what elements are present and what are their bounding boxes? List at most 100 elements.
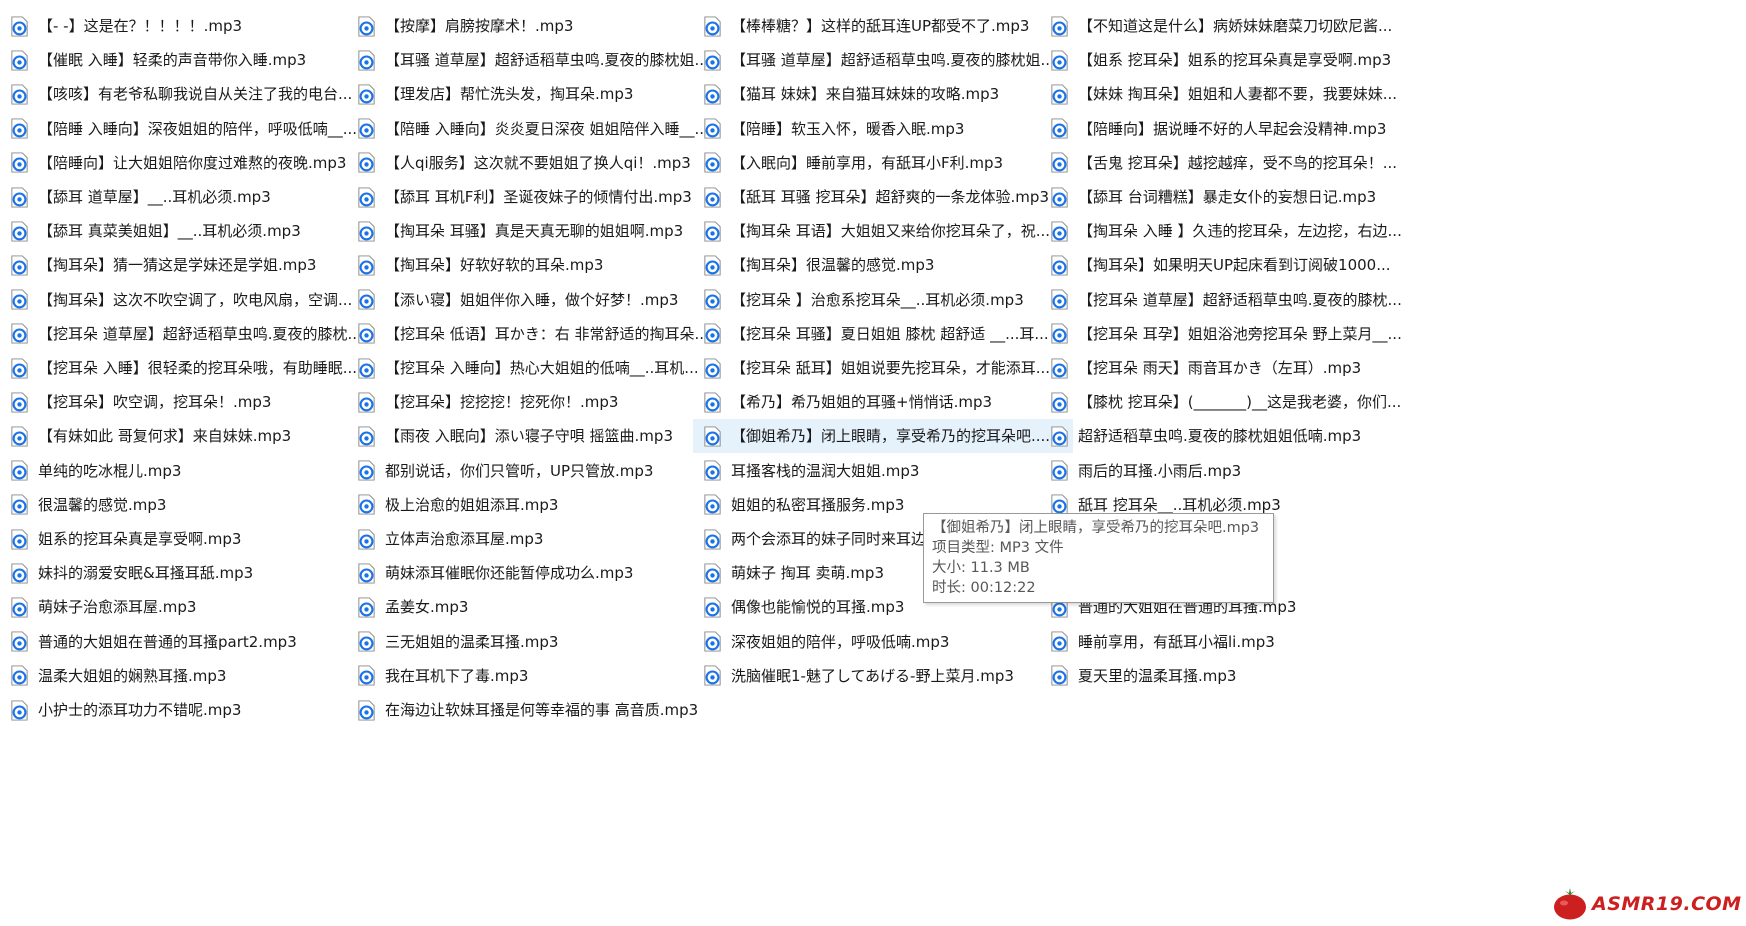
file-item[interactable]: 【陪睡 入睡向】深夜姐姐的陪伴，呼吸低喃__... xyxy=(0,112,380,146)
file-item[interactable]: 【有妹如此 哥复何求】来自妹妹.mp3 xyxy=(0,419,380,453)
file-name: 【舔耳 道草屋】__..耳机必须.mp3 xyxy=(38,188,271,206)
file-item[interactable]: 【挖耳朵 道草屋】超舒适稻草虫鸣.夏夜的膝枕... xyxy=(1040,283,1420,317)
file-item[interactable]: 【人qi服务】这次就不要姐姐了换人qi！.mp3 xyxy=(347,146,727,180)
file-item[interactable]: 【掏耳朵 耳语】大姐姐又来给你挖耳朵了，祝... xyxy=(693,214,1073,248)
file-item[interactable]: 【掏耳朵】猜一猜这是学妹还是学姐.mp3 xyxy=(0,248,380,282)
file-item[interactable]: 【舐耳 耳骚 挖耳朵】超舒爽的一条龙体验.mp3 xyxy=(693,180,1073,214)
file-item[interactable]: 【御姐希乃】闭上眼睛，享受希乃的挖耳朵吧.... xyxy=(693,419,1073,454)
file-item[interactable]: 单纯的吃冰棍儿.mp3 xyxy=(0,454,380,488)
file-item[interactable]: 【挖耳朵 入睡向】热心大姐姐的低喃__..耳机... xyxy=(347,351,727,385)
file-item[interactable]: 【陪睡】软玉入怀，暖香入眠.mp3 xyxy=(693,112,1073,146)
file-item[interactable]: 【妹妹 掏耳朵】姐姐和人妻都不要，我要妹妹... xyxy=(1040,77,1420,111)
audio-file-icon xyxy=(702,597,723,618)
file-item[interactable]: 【掏耳朵】这次不吹空调了，吹电风扇，空调... xyxy=(0,283,380,317)
file-item[interactable]: 很温馨的感觉.mp3 xyxy=(0,488,380,522)
file-name: 【有妹如此 哥复何求】来自妹妹.mp3 xyxy=(38,427,292,446)
file-name: 夏天里的温柔耳搔.mp3 xyxy=(1078,666,1237,685)
file-item[interactable]: 【挖耳朵 道草屋】超舒适稻草虫鸣.夏夜的膝枕... xyxy=(0,317,380,351)
file-item[interactable]: 【理发店】帮忙洗头发，掏耳朵.mp3 xyxy=(347,77,727,111)
file-item[interactable]: 【挖耳朵 耳孕】姐姐浴池旁挖耳朵 野上菜月__... xyxy=(1040,317,1420,351)
file-item[interactable]: 【猫耳 妹妹】来自猫耳妹妹的攻略.mp3 xyxy=(693,77,1073,111)
file-item[interactable]: 【掏耳朵】好软好软的耳朵.mp3 xyxy=(347,248,727,282)
file-item[interactable]: 【舔耳 耳机F利】圣诞夜妹子的倾情付出.mp3 xyxy=(347,180,727,214)
file-item[interactable]: 深夜姐姐的陪伴，呼吸低喃.mp3 xyxy=(693,625,1073,659)
file-item[interactable]: 【掏耳朵 入睡 】久违的挖耳朵，左边挖，右边... xyxy=(1040,214,1420,248)
file-name: 【添い寝】姐姐伴你入睡，做个好梦！.mp3 xyxy=(385,290,679,309)
audio-file-icon xyxy=(1049,221,1070,242)
file-item[interactable]: 【舔耳 道草屋】__..耳机必须.mp3 xyxy=(0,180,380,214)
file-item[interactable]: 【挖耳朵 】治愈系挖耳朵__..耳机必须.mp3 xyxy=(693,283,1073,317)
file-item[interactable]: 【添い寝】姐姐伴你入睡，做个好梦！.mp3 xyxy=(347,283,727,317)
file-item[interactable]: 【舌鬼 挖耳朵】越挖越痒，受不鸟的挖耳朵！... xyxy=(1040,146,1420,180)
file-item[interactable]: 【挖耳朵 入睡】很轻柔的挖耳朵哦，有助睡眠.... xyxy=(0,351,380,385)
file-item[interactable]: 【挖耳朵 耳骚】夏日姐姐 膝枕 超舒适 __...耳... xyxy=(693,317,1073,351)
file-item[interactable]: 【- -】这是在？！！！！.mp3 xyxy=(0,9,380,43)
file-item[interactable]: 普通的大姐姐在普通的耳搔part2.mp3 xyxy=(0,625,380,659)
file-item[interactable]: 耳搔客栈的温润大姐姐.mp3 xyxy=(693,454,1073,488)
file-item[interactable]: 立体声治愈添耳屋.mp3 xyxy=(347,522,727,556)
file-item[interactable]: 【希乃】希乃姐姐的耳骚+悄悄话.mp3 xyxy=(693,385,1073,419)
file-item[interactable]: 三无姐姐的温柔耳搔.mp3 xyxy=(347,625,727,659)
file-item[interactable]: 【舔耳 台词糟糕】暴走女仆的妄想日记.mp3 xyxy=(1040,180,1420,214)
audio-file-icon xyxy=(1049,186,1070,208)
file-item[interactable]: 【陪睡向】据说睡不好的人早起会没精神.mp3 xyxy=(1040,112,1420,146)
file-item[interactable]: 【姐系 挖耳朵】姐系的挖耳朵真是享受啊.mp3 xyxy=(1040,43,1420,77)
file-item[interactable]: 妹抖的溺爱安眠&耳搔耳舐.mp3 xyxy=(0,556,380,590)
file-item[interactable]: 【掏耳朵 耳骚】真是天真无聊的姐姐啊.mp3 xyxy=(347,214,727,248)
file-item[interactable]: 【催眠 入睡】轻柔的声音带你入睡.mp3 xyxy=(0,43,380,77)
file-name: 【挖耳朵】挖挖挖！挖死你！.mp3 xyxy=(385,393,619,412)
file-item[interactable]: 温柔大姐姐的娴熟耳搔.mp3 xyxy=(0,659,380,693)
file-name: 【咳咳】有老爷私聊我说自从关注了我的电台... xyxy=(38,85,353,104)
file-item[interactable]: 睡前享用，有舐耳小福li.mp3 xyxy=(1040,625,1420,659)
file-item[interactable]: 【挖耳朵】挖挖挖！挖死你！.mp3 xyxy=(347,385,727,419)
file-item[interactable]: 【入眠向】睡前享用，有舐耳小F利.mp3 xyxy=(693,146,1073,180)
file-item[interactable]: 萌妹子治愈添耳屋.mp3 xyxy=(0,590,380,624)
file-name: 【雨夜 入眠向】添い寝子守唄 摇篮曲.mp3 xyxy=(385,427,673,446)
file-item[interactable]: 【陪睡向】让大姐姐陪你度过难熬的夜晚.mp3 xyxy=(0,146,380,180)
file-item[interactable]: 雨后的耳搔.小雨后.mp3 xyxy=(1040,454,1420,488)
file-item[interactable]: 【挖耳朵】吹空调，挖耳朵！.mp3 xyxy=(0,385,380,419)
audio-file-icon xyxy=(356,426,377,447)
file-item[interactable]: 【挖耳朵 雨天】雨音耳かき（左耳）.mp3 xyxy=(1040,351,1420,385)
audio-file-icon xyxy=(702,221,723,242)
file-item[interactable]: 【咳咳】有老爷私聊我说自从关注了我的电台... xyxy=(0,77,380,111)
file-item[interactable]: 【膝枕 挖耳朵】(_______)__这是我老婆，你们... xyxy=(1040,385,1420,419)
file-item[interactable]: 【掏耳朵】很温馨的感觉.mp3 xyxy=(693,248,1073,282)
file-item[interactable]: 【陪睡 入睡向】炎炎夏日深夜 姐姐陪伴入睡__... xyxy=(347,112,727,146)
file-item[interactable]: 超舒适稻草虫鸣.夏夜的膝枕姐姐低喃.mp3 xyxy=(1040,419,1420,453)
file-item[interactable]: 姐系的挖耳朵真是享受啊.mp3 xyxy=(0,522,380,556)
file-item[interactable]: 【掏耳朵】如果明天UP起床看到订阅破1000... xyxy=(1040,248,1420,282)
file-item[interactable]: 【按摩】肩膀按摩术！.mp3 xyxy=(347,9,727,43)
file-name: 孟姜女.mp3 xyxy=(385,598,469,617)
file-item[interactable]: 【耳骚 道草屋】超舒适稻草虫鸣.夏夜的膝枕姐... xyxy=(693,43,1073,77)
file-item[interactable]: 都别说话，你们只管听，UP只管放.mp3 xyxy=(347,454,727,488)
file-item[interactable]: 【不知道这是什么】病娇妹妹磨菜刀切欧尼酱... xyxy=(1040,9,1420,43)
audio-file-icon xyxy=(9,118,30,139)
file-name: 妹抖的溺爱安眠&耳搔耳舐.mp3 xyxy=(38,564,254,583)
file-item[interactable]: 孟姜女.mp3 xyxy=(347,590,727,624)
file-item[interactable]: 【耳骚 道草屋】超舒适稻草虫鸣.夏夜的膝枕姐... xyxy=(347,43,727,77)
file-name: 【挖耳朵】吹空调，挖耳朵！.mp3 xyxy=(38,393,272,412)
audio-file-icon xyxy=(9,84,30,105)
file-item[interactable]: 【挖耳朵 低语】耳かき：右 非常舒适的掏耳朵... xyxy=(347,317,727,351)
file-item[interactable]: 洗脑催眠1-魅了してあげる-野上菜月.mp3 xyxy=(693,659,1073,693)
audio-file-icon xyxy=(356,460,377,481)
file-item[interactable]: 极上治愈的姐姐添耳.mp3 xyxy=(347,488,727,522)
audio-file-icon xyxy=(1049,357,1070,379)
file-item[interactable]: 夏天里的温柔耳搔.mp3 xyxy=(1040,659,1420,693)
file-item[interactable]: 【舔耳 真菜美姐姐】__..耳机必须.mp3 xyxy=(0,214,380,248)
file-item[interactable]: 【棒棒糖？】这样的舐耳连UP都受不了.mp3 xyxy=(693,9,1073,43)
file-name: 【猫耳 妹妹】来自猫耳妹妹的攻略.mp3 xyxy=(731,85,1000,104)
file-item[interactable]: 【挖耳朵 舐耳】姐姐说要先挖耳朵，才能添耳... xyxy=(693,351,1073,385)
audio-file-icon xyxy=(702,392,723,413)
file-name: 【挖耳朵 道草屋】超舒适稻草虫鸣.夏夜的膝枕... xyxy=(38,324,362,343)
file-name: 【不知道这是什么】病娇妹妹磨菜刀切欧尼酱... xyxy=(1078,17,1393,35)
file-name: 【妹妹 掏耳朵】姐姐和人妻都不要，我要妹妹... xyxy=(1078,85,1398,104)
file-item[interactable]: 小护士的添耳功力不错呢.mp3 xyxy=(0,693,380,727)
file-item[interactable]: 在海边让软妹耳搔是何等幸福的事 高音质.mp3 xyxy=(347,693,727,727)
file-name: 【膝枕 挖耳朵】(_______)__这是我老婆，你们... xyxy=(1078,393,1402,412)
file-item[interactable]: 我在耳机下了毒.mp3 xyxy=(347,659,727,693)
file-item[interactable]: 【雨夜 入眠向】添い寝子守唄 摇篮曲.mp3 xyxy=(347,419,727,453)
file-item[interactable]: 萌妹添耳催眠你还能暂停成功么.mp3 xyxy=(347,556,727,590)
file-name: 单纯的吃冰棍儿.mp3 xyxy=(38,461,182,480)
